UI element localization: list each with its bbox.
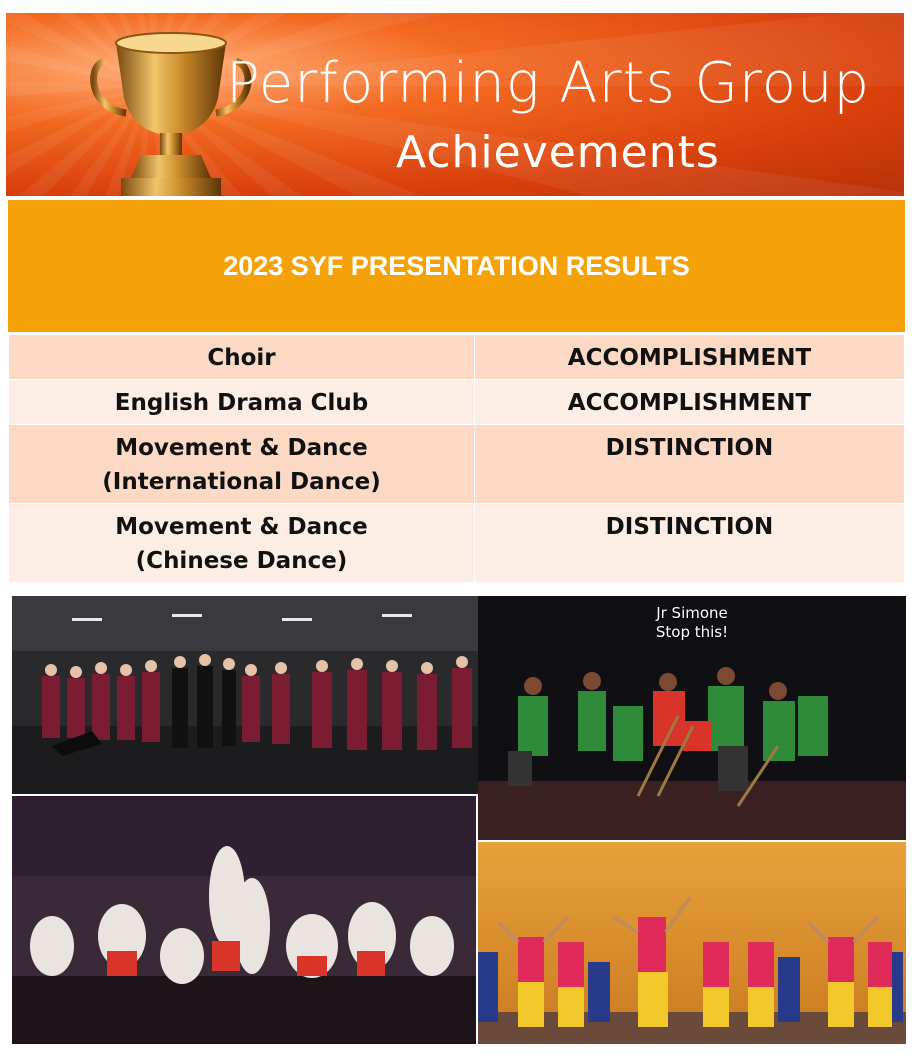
group-name: Movement & Dance [115,435,368,461]
award-cell: DISTINCTION [474,503,905,583]
drama-photo: Jr Simone Stop this! [478,596,906,840]
table-row: Choir ACCOMPLISHMENT [8,334,905,380]
caption-line: Stop this! [655,623,729,641]
chinese-dance-photo [12,796,476,1044]
group-cell: English Drama Club [8,379,475,425]
award-cell: DISTINCTION [474,424,905,504]
award-cell: ACCOMPLISHMENT [474,334,905,380]
group-name: Movement & Dance [115,514,368,540]
results-table: Choir ACCOMPLISHMENT English Drama Club … [8,334,905,583]
results-heading-bar: 2023 SYF PRESENTATION RESULTS [8,200,905,332]
page-title: Performing Arts Group [226,51,871,116]
international-dance-photo [478,842,906,1044]
group-name: English Drama Club [114,390,369,416]
group-cell: Choir [8,334,475,380]
table-row: Movement & Dance (International Dance) D… [8,424,905,504]
results-heading: 2023 SYF PRESENTATION RESULTS [223,250,690,281]
award-cell: ACCOMPLISHMENT [474,379,905,425]
caption-line: Jr Simone [656,604,728,622]
choir-photo [12,596,488,794]
group-cell: Movement & Dance (Chinese Dance) [8,503,475,583]
page-subtitle: Achievements [396,127,720,178]
table-row: Movement & Dance (Chinese Dance) DISTINC… [8,503,905,583]
group-cell: Movement & Dance (International Dance) [8,424,475,504]
drama-caption: Jr Simone Stop this! [478,604,906,642]
group-name: Choir [207,345,276,371]
table-row: English Drama Club ACCOMPLISHMENT [8,379,905,425]
group-subname: (International Dance) [102,469,381,495]
title-banner: Performing Arts Group Achievements [6,13,904,196]
group-subname: (Chinese Dance) [135,548,348,574]
